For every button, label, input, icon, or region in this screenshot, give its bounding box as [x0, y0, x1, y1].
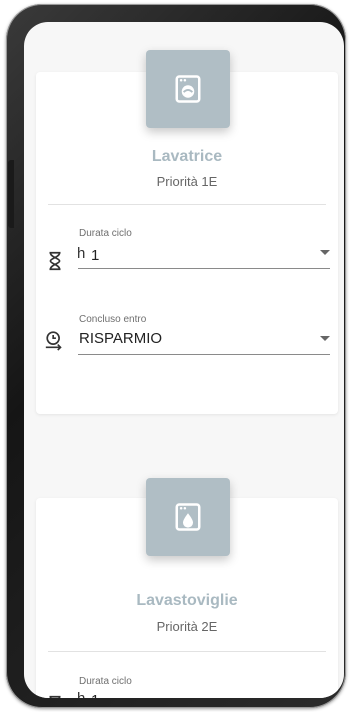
- cycle-duration-select[interactable]: Durata ciclo h 1: [36, 676, 338, 698]
- divider: [48, 204, 326, 205]
- appliance-priority: Priorità 1E: [156, 174, 218, 189]
- cycle-duration-value: 1: [91, 247, 100, 264]
- cycle-duration-value: 1: [91, 692, 99, 698]
- appliance-priority: Priorità 2E: [156, 619, 218, 634]
- field-underline: [78, 354, 330, 355]
- cycle-duration-label: Durata ciclo: [79, 228, 132, 239]
- appliance-name: Lavatrice: [151, 148, 223, 165]
- screen: Lavatrice Priorità 1E Durata ciclo h 1 C…: [24, 22, 344, 698]
- side-button: [8, 160, 14, 228]
- field-underline: [78, 268, 330, 269]
- appliance-tile[interactable]: [146, 50, 230, 128]
- clock-timer-icon: [45, 331, 62, 351]
- phone-frame: Lavatrice Priorità 1E Durata ciclo h 1 C…: [6, 4, 346, 708]
- hours-prefix: h: [77, 245, 86, 262]
- finish-by-select[interactable]: Concluso entro RISPARMIO: [36, 314, 338, 366]
- appliance-card-dishwasher: Lavastoviglie Priorità 2E Durata ciclo h…: [36, 478, 338, 698]
- appliance-tile[interactable]: [146, 478, 230, 556]
- cycle-duration-label: Durata ciclo: [79, 676, 132, 687]
- finish-by-label: Concluso entro: [79, 314, 147, 325]
- washing-machine-icon: [175, 75, 201, 103]
- hourglass-icon: [49, 251, 61, 271]
- appliance-name: Lavastoviglie: [136, 592, 238, 609]
- hours-prefix: h: [77, 690, 85, 698]
- chevron-down-icon: [320, 336, 330, 341]
- hourglass-icon: [49, 695, 61, 698]
- finish-by-value: RISPARMIO: [79, 330, 163, 347]
- appliance-card-washing-machine: Lavatrice Priorità 1E Durata ciclo h 1 C…: [36, 50, 338, 414]
- chevron-down-icon: [320, 250, 330, 255]
- divider: [48, 651, 326, 652]
- cycle-duration-select[interactable]: Durata ciclo h 1: [36, 228, 338, 280]
- dishwasher-icon: [175, 503, 201, 531]
